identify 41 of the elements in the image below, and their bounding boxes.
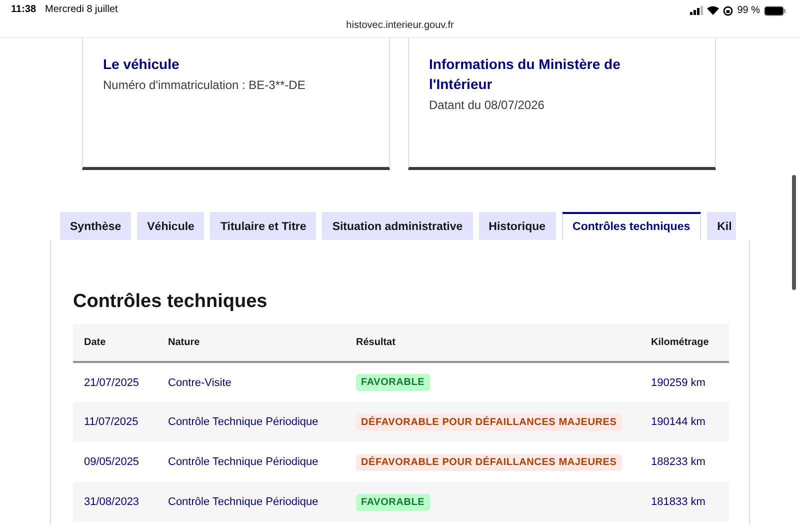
date-cell: 09/05/2025: [84, 456, 140, 468]
battery-percent: 99 %: [737, 5, 760, 16]
column-header: Date: [73, 324, 157, 362]
mileage-cell: 181833 km: [651, 496, 706, 508]
battery-icon: [764, 6, 786, 16]
mileage-cell: 188233 km: [651, 456, 706, 468]
result-tag: DÉFAVORABLE POUR DÉFAILLANCES MAJEURES: [356, 414, 622, 430]
tab[interactable]: Véhicule: [137, 212, 204, 240]
card-title: Informations du Ministère de l'Intérieur: [429, 55, 622, 94]
result-tag: FAVORABLE: [356, 494, 430, 510]
date-text: Mercredi 8 juillet: [45, 4, 118, 15]
card-text: Datant du 08/07/2026: [429, 98, 546, 112]
mileage-cell: 190144 km: [651, 416, 706, 428]
card-text: Numéro d'immatriculation : BE-3**-DE: [103, 78, 306, 92]
tab[interactable]: Situation administrative: [322, 212, 473, 240]
url-text[interactable]: histovec.interieur.gouv.fr: [346, 20, 454, 31]
nature-cell: Contrôle Technique Périodique: [168, 496, 318, 508]
result-tag: FAVORABLE: [356, 374, 430, 391]
nature-cell: Contrôle Technique Périodique: [168, 456, 318, 468]
date-cell: 11/07/2025: [84, 416, 138, 428]
card-title: Le véhicule: [103, 55, 180, 74]
column-header: Résultat: [345, 324, 640, 362]
wifi-icon: [707, 6, 720, 15]
tab[interactable]: Contrôles techniques: [562, 212, 702, 240]
result-tag: DÉFAVORABLE POUR DÉFAILLANCES MAJEURES: [356, 454, 622, 470]
tab[interactable]: Historique: [478, 212, 556, 240]
column-header: Kilométrage: [640, 324, 729, 362]
clock-time: 11:38: [11, 4, 36, 15]
column-header: Nature: [157, 324, 345, 362]
date-cell: 21/07/2025: [84, 376, 140, 388]
lock-rotation-icon: [723, 6, 734, 16]
signal-icon: [690, 6, 704, 15]
tab[interactable]: Synthèse: [60, 212, 132, 240]
tab[interactable]: Kil: [707, 212, 736, 240]
nature-cell: Contrôle Technique Périodique: [168, 416, 318, 428]
date-cell: 31/08/2023: [84, 496, 140, 508]
scrollbar[interactable]: [792, 175, 796, 290]
tab[interactable]: Titulaire et Titre: [210, 212, 316, 240]
mileage-cell: 190259 km: [651, 376, 706, 388]
nature-cell: Contre-Visite: [168, 376, 232, 388]
section-title: Contrôles techniques: [73, 290, 268, 314]
